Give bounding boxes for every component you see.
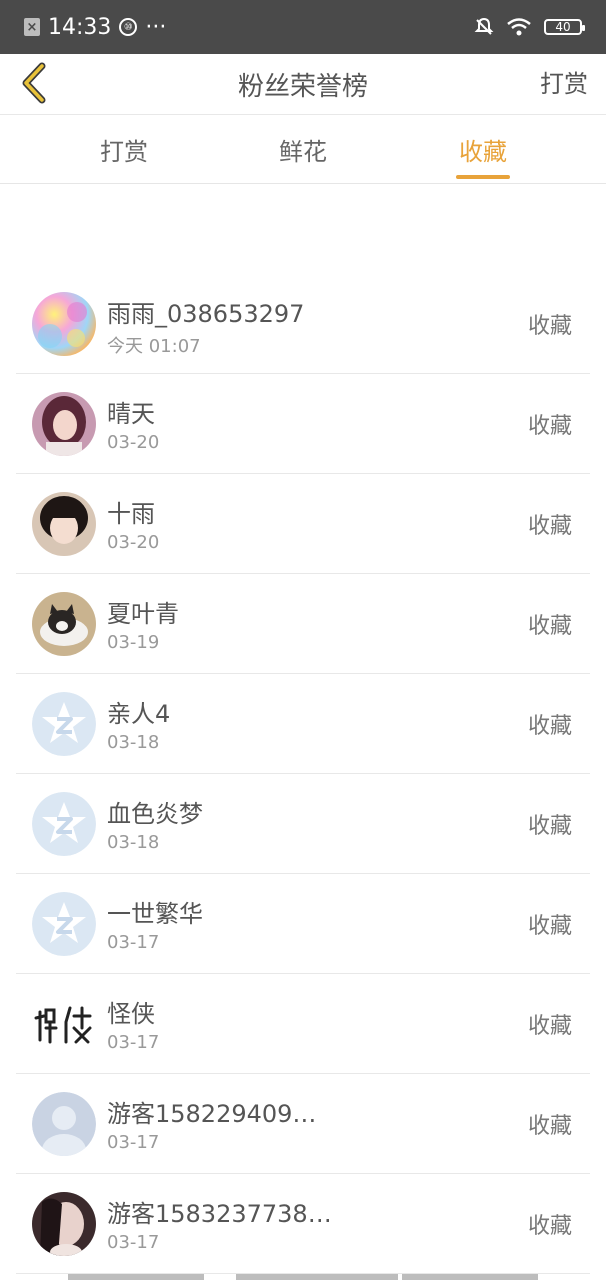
favorite-label: 收藏 xyxy=(527,314,572,339)
list-item[interactable]: 游客1583237738… 03-17 收藏 xyxy=(16,1174,590,1274)
notification-icon: × xyxy=(24,18,40,36)
nav-bar: 粉丝荣誉榜 打赏 xyxy=(0,54,606,115)
tab-flowers-label: 鲜花 xyxy=(279,137,327,166)
favorite-label: 收藏 xyxy=(527,1214,572,1239)
back-button[interactable] xyxy=(12,60,58,106)
status-right: 40 xyxy=(474,17,585,37)
avatar xyxy=(32,392,96,456)
avatar xyxy=(32,792,96,856)
chevron-left-icon xyxy=(22,62,46,104)
status-time: 14:33 xyxy=(48,14,112,40)
user-date: 03-17 xyxy=(107,1032,160,1053)
list-item[interactable]: 晴天 03-20 收藏 xyxy=(16,374,590,474)
tab-bar: 打赏 鲜花 收藏 xyxy=(0,115,606,184)
tab-reward[interactable]: 打赏 xyxy=(64,115,184,183)
user-name: 十雨 xyxy=(107,500,155,528)
user-date: 03-18 xyxy=(107,832,160,853)
user-name: 游客1583237738… xyxy=(107,1200,332,1228)
status-bar: × 14:33 ⑩ ··· 40 xyxy=(0,0,606,54)
user-date: 03-17 xyxy=(107,1232,160,1253)
avatar xyxy=(32,1192,96,1256)
user-name: 怪侠 xyxy=(107,1000,155,1028)
battery-icon: 40 xyxy=(544,19,585,35)
list-item[interactable]: 雨雨_038653297 今天 01:07 收藏 xyxy=(16,274,590,374)
active-tab-indicator xyxy=(456,175,510,179)
bottom-edge-strip xyxy=(68,1274,204,1280)
avatar xyxy=(32,1092,96,1156)
tab-reward-label: 打赏 xyxy=(100,137,148,166)
status-left: × 14:33 ⑩ ··· xyxy=(24,15,474,40)
tab-favorites[interactable]: 收藏 xyxy=(423,115,543,183)
bottom-edge-strip xyxy=(402,1274,538,1280)
user-name: 游客158229409… xyxy=(107,1100,317,1128)
favorite-label: 收藏 xyxy=(527,1114,572,1139)
avatar xyxy=(32,692,96,756)
fan-list: 雨雨_038653297 今天 01:07 收藏 晴天 03-20 收藏 十雨 xyxy=(16,274,590,1274)
favorite-label: 收藏 xyxy=(527,414,572,439)
favorite-label: 收藏 xyxy=(527,514,572,539)
list-item[interactable]: 十雨 03-20 收藏 xyxy=(16,474,590,574)
bell-off-icon xyxy=(474,17,494,35)
user-date: 03-17 xyxy=(107,1132,160,1153)
status-more-dots: ··· xyxy=(145,14,167,40)
list-item[interactable]: 血色炎梦 03-18 收藏 xyxy=(16,774,590,874)
avatar xyxy=(32,992,96,1056)
tab-flowers[interactable]: 鲜花 xyxy=(243,115,363,183)
list-item[interactable]: 游客158229409… 03-17 收藏 xyxy=(16,1074,590,1174)
favorite-label: 收藏 xyxy=(527,914,572,939)
user-date: 03-18 xyxy=(107,732,160,753)
user-date: 03-17 xyxy=(107,932,160,953)
favorite-label: 收藏 xyxy=(527,714,572,739)
avatar xyxy=(32,892,96,956)
user-date: 03-20 xyxy=(107,432,160,453)
user-date: 今天 01:07 xyxy=(107,336,201,357)
tab-favorites-label: 收藏 xyxy=(459,137,507,166)
reward-button[interactable]: 打赏 xyxy=(540,64,588,99)
avatar xyxy=(32,492,96,556)
list-item[interactable]: 亲人4 03-18 收藏 xyxy=(16,674,590,774)
list-item[interactable]: 夏叶青 03-19 收藏 xyxy=(16,574,590,674)
user-name: 一世繁华 xyxy=(107,900,203,928)
user-name: 血色炎梦 xyxy=(107,800,203,828)
app-indicator-icon: ⑩ xyxy=(119,18,138,36)
user-date: 03-19 xyxy=(107,632,160,653)
favorite-label: 收藏 xyxy=(527,814,572,839)
bottom-edge-strip xyxy=(236,1274,398,1280)
favorite-label: 收藏 xyxy=(527,614,572,639)
favorite-label: 收藏 xyxy=(527,1014,572,1039)
user-name: 雨雨_038653297 xyxy=(107,300,305,328)
user-name: 晴天 xyxy=(107,400,155,428)
user-name: 亲人4 xyxy=(107,700,171,728)
avatar xyxy=(32,592,96,656)
page-title: 粉丝荣誉榜 xyxy=(237,71,368,102)
user-date: 03-20 xyxy=(107,532,160,553)
wifi-icon xyxy=(507,18,531,36)
avatar xyxy=(32,292,96,356)
list-item[interactable]: 一世繁华 03-17 收藏 xyxy=(16,874,590,974)
user-name: 夏叶青 xyxy=(107,600,179,628)
list-item[interactable]: 怪侠 03-17 收藏 xyxy=(16,974,590,1074)
